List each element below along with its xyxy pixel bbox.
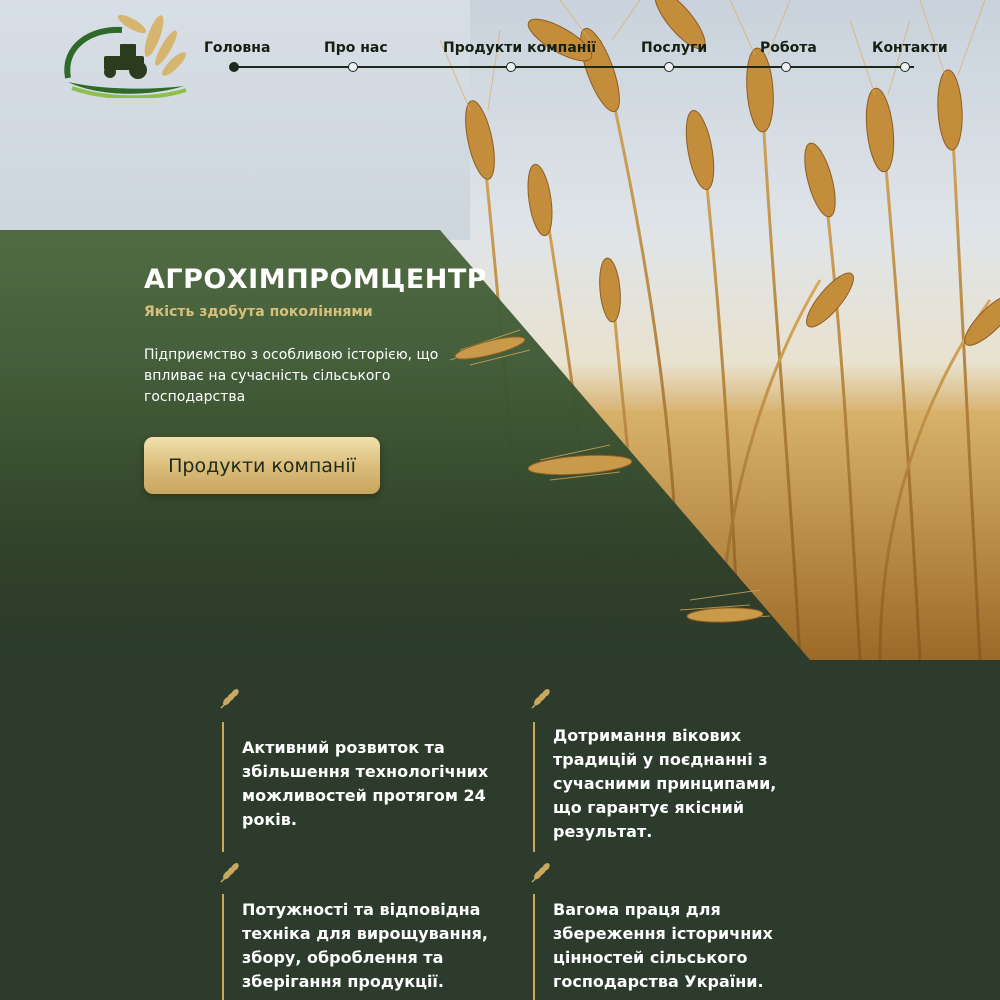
nav-dot-about[interactable] [348,62,358,72]
wheat-icon [220,689,239,709]
agro-logo[interactable] [62,6,190,98]
wheat-sprig-decoration [449,329,771,623]
nav-dot-services[interactable] [664,62,674,72]
nav-item-work[interactable]: Робота [760,40,817,56]
nav-dot-work[interactable] [781,62,791,72]
nav-item-services[interactable]: Послуги [641,40,707,56]
nav-item-products[interactable]: Продукти компанії [443,40,596,56]
products-button[interactable]: Продукти компанії [144,437,380,494]
feature-text-1: Активний розвиток та збільшення технолог… [242,738,489,829]
nav-dot-products[interactable] [506,62,516,72]
nav-dot-contacts[interactable] [900,62,910,72]
nav-item-home[interactable]: Головна [204,40,270,56]
feature-divider [222,722,224,852]
feature-divider [533,722,535,852]
brand-description: Підприємство з особливою історією, що вп… [144,347,439,405]
wheat-icon [531,863,550,883]
feature-text-3: Потужності та відповідна техніка для вир… [242,900,488,991]
main-navigation: Головна Про нас Продукти компанії Послуг… [204,40,948,80]
wheat-icon [220,863,239,883]
nav-item-about[interactable]: Про нас [324,40,388,56]
wheat-icon [531,689,550,709]
brand-title: АГРОХІМПРОМЦЕНТР [144,264,488,295]
feature-text-2: Дотримання вікових традицій у поєднанні … [553,726,777,841]
feature-divider [222,894,224,1000]
nav-item-contacts[interactable]: Контакти [872,40,948,56]
nav-dot-home[interactable] [229,62,239,72]
feature-text-4: Вагома праця для збереження історичних ц… [553,900,773,991]
brand-subtitle: Якість здобута поколіннями [144,304,373,320]
feature-divider [533,894,535,1000]
nav-timeline-line [234,66,914,68]
